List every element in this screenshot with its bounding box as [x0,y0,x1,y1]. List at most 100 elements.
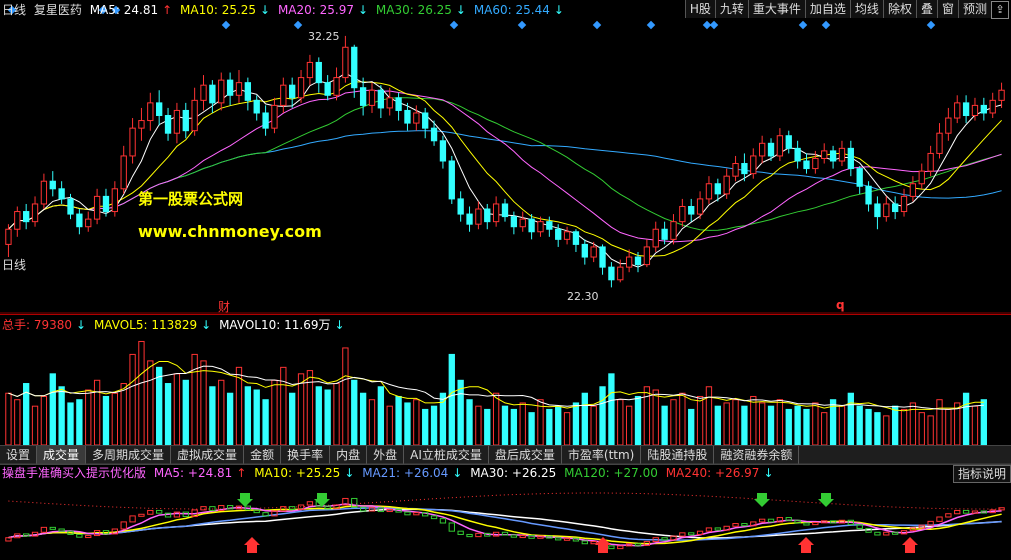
candle-body [617,266,624,281]
tab-7[interactable]: 外盘 [367,446,405,464]
tab-2[interactable]: 多周期成交量 [86,446,172,464]
toolbar-button-4[interactable]: 均线 [849,0,883,18]
indicator-header: 操盘手准确买入提示优化版 MA5: +24.81 ↑ MA10: +25.25 ↓ … [2,465,778,481]
toolbar-button-7[interactable]: 窗 [936,0,958,18]
ind-ma240-down-icon: ↓ [763,466,774,480]
mavol10-line [8,365,984,410]
candle-body [280,84,287,106]
indicator-candle [563,537,571,541]
candle-body [732,163,739,177]
ind-ma10-down-icon: ↓ [344,466,355,480]
candle-body [581,243,588,258]
volume-bar [838,405,846,445]
volume-bar [962,392,970,445]
candle-body [404,109,411,124]
candle-body [218,79,225,104]
indicator-title[interactable]: 操盘手准确买入提示优化版 [2,466,146,480]
mavol5-down-icon: ↓ [201,318,212,332]
stock-name[interactable]: 复星医药 [34,3,82,17]
candle-body [936,132,943,154]
volume-bar [359,392,367,445]
volume-bar [173,373,181,445]
candle-body [14,211,21,230]
volume-bar [297,373,305,445]
indicator-candle [688,532,695,536]
indicator-candle [129,515,136,523]
indicator-candle [76,533,83,538]
volume-bar [262,399,269,445]
candle-body [430,127,438,142]
ind-ma5-up-icon: ↑ [236,466,247,480]
tab-9[interactable]: 盘后成交量 [489,446,562,464]
toolbar-button-6[interactable]: 叠 [915,0,937,18]
tab-10[interactable]: 市盈率(ttm) [562,446,642,464]
tab-8[interactable]: AI立桩成交量 [404,446,489,464]
candle-body [67,198,74,215]
candle-body [679,205,686,223]
volume-bar [315,386,322,445]
finance-marker[interactable]: 财 [218,298,230,315]
volume-bar [138,340,145,445]
volume-bar [599,386,606,445]
indicator-candle [404,511,411,516]
volume-bar [794,405,801,445]
indicator-candle [138,513,145,517]
indicator-candle [439,518,447,524]
indicator-candle [58,528,65,532]
toolbar-button-3[interactable]: 加自选 [804,0,850,18]
volume-bar [439,392,447,445]
toolbar-button-0[interactable]: H股 [684,0,715,18]
candle-body [448,160,455,200]
candle-body [297,77,305,99]
toolbar-button-1[interactable]: 九转 [714,0,748,18]
toolbar-button-8[interactable]: 预测 [957,0,991,18]
volume-bar [608,373,615,445]
event-diamond-icon [709,20,719,30]
toolbar-button-2[interactable]: 重大事件 [747,0,805,18]
candle-body [226,79,234,96]
volume-bar [484,408,491,445]
toolbar-button-5[interactable]: 除权 [882,0,916,18]
tab-4[interactable]: 金额 [244,446,282,464]
candle-body [608,266,615,281]
tab-11[interactable]: 陆股通持股 [641,446,715,464]
candle-body [368,89,376,106]
volume-bar [377,386,385,445]
candle-body [537,221,544,233]
left-period-label: 日线 [2,258,27,272]
ma20-value: MA20: 25.97 [277,3,354,17]
indicator-candle [954,509,961,515]
candle-body [413,112,420,124]
q-marker[interactable]: q [836,298,845,312]
volume-bar [31,405,39,445]
indicator-candle [741,523,748,527]
tab-1[interactable]: 成交量 [37,446,87,464]
volume-bar [980,399,987,445]
indicator-help-button[interactable]: 指标说明 [952,465,1011,483]
volume-chart[interactable] [0,315,1011,445]
volume-panel[interactable]: 总手: 79380 ↓ MAVOL5: 113829 ↓ MAVOL10: 11.6… [0,314,1011,446]
indicator-tabs: 设置 成交量 多周期成交量 虚拟成交量 金额 换手率 内盘 外盘 AI立桩成交量 盘后成交量 市盈率… [0,445,1011,465]
ma60-down-icon: ↓ [553,3,564,17]
tab-0[interactable]: 设置 [0,446,38,464]
candle-body [156,102,163,117]
candle-body [785,135,792,149]
volume-bar [324,389,331,445]
volume-bar [617,399,624,445]
kline-chart[interactable] [0,0,1011,314]
tab-5[interactable]: 换手率 [281,446,331,464]
volume-down-icon: ↓ [76,318,87,332]
candle-body [705,183,713,200]
candle-body [359,87,367,106]
candle-body [492,203,500,223]
volume-bar [590,405,597,445]
tab-3[interactable]: 虚拟成交量 [171,446,245,464]
candle-body [856,168,863,187]
volume-bar [40,395,48,445]
tab-12[interactable]: 融资融券余额 [714,446,800,464]
tab-6[interactable]: 内盘 [330,446,368,464]
kline-panel[interactable]: 日线 复星医药 MA5: 24.81 ↑ MA10: 25.25 ↓ MA20: 2… [0,0,1011,314]
share-icon[interactable]: ⇪ [991,1,1009,19]
indicator-panel[interactable]: 操盘手准确买入提示优化版 MA5: +24.81 ↑ MA10: +25.25 ↓ … [0,463,1011,560]
candle-body [31,203,39,223]
